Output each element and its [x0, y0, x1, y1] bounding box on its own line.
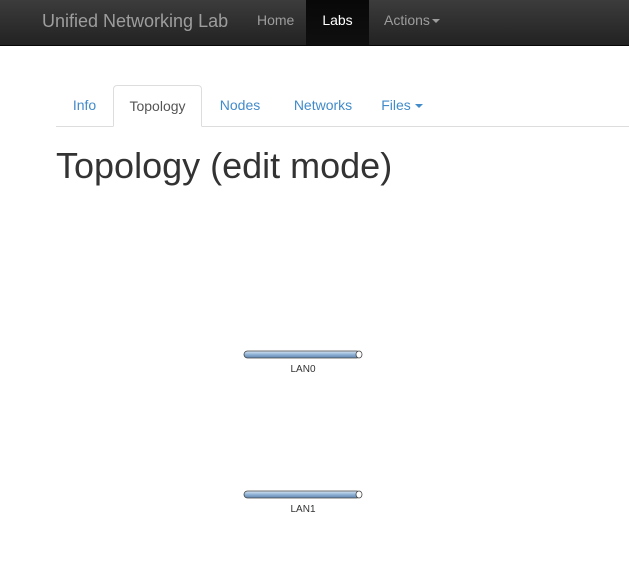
tab-files[interactable]: Files: [370, 85, 434, 126]
nav-actions-dropdown[interactable]: Actions: [384, 0, 440, 45]
network-pipe-icon: [243, 490, 363, 499]
network-lan1[interactable]: LAN1: [243, 489, 363, 521]
network-label: LAN0: [290, 364, 316, 375]
nav-labs-link[interactable]: Labs: [306, 0, 369, 45]
tab-info[interactable]: Info: [56, 85, 113, 126]
network-label: LAN1: [290, 504, 316, 515]
brand-link[interactable]: Unified Networking Lab: [42, 11, 228, 31]
nav-actions-label: Actions: [384, 12, 430, 28]
tab-topology[interactable]: Topology: [113, 85, 202, 127]
lab-tabs: Info Topology Nodes Networks Files: [56, 85, 629, 127]
tab-files-label: Files: [381, 97, 411, 113]
top-navbar: Unified Networking Lab Home Labs Actions: [0, 0, 629, 46]
page-title: Topology (edit mode): [56, 145, 393, 186]
network-lan0[interactable]: LAN0: [243, 349, 363, 381]
tab-networks[interactable]: Networks: [278, 85, 368, 126]
nav-home-link[interactable]: Home: [257, 0, 294, 45]
chevron-down-icon: [414, 104, 423, 109]
network-pipe-icon: [243, 350, 363, 359]
chevron-down-icon: [431, 19, 440, 24]
tab-nodes[interactable]: Nodes: [204, 85, 276, 126]
